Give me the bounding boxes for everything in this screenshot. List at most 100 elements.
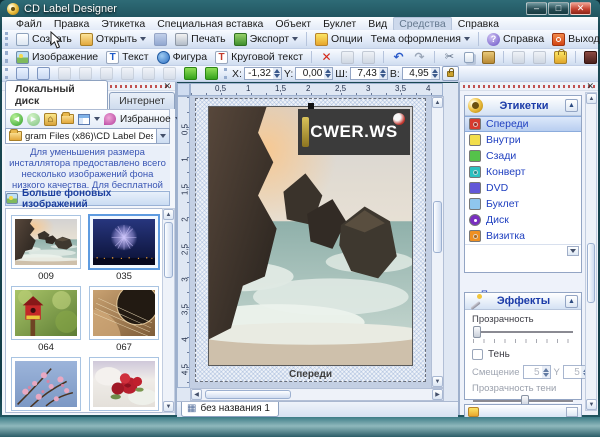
x-input[interactable]: -1,32 [244, 67, 282, 80]
menu-special-insert[interactable]: Специальная вставка [151, 18, 269, 30]
thumbnail-009[interactable]: 009 [11, 215, 81, 282]
label-item-envelope[interactable]: Конверт [465, 164, 581, 180]
scroll-right-icon[interactable]: ▶ [432, 389, 443, 400]
align-top-button[interactable] [97, 66, 116, 81]
y-input[interactable]: 0,00 [295, 67, 333, 80]
scrollbar-thumb[interactable] [164, 222, 173, 278]
height-spinner[interactable] [431, 68, 439, 79]
y-spinner[interactable] [324, 68, 332, 79]
background-image-object[interactable]: CWER.WS [208, 106, 413, 366]
menu-edit[interactable]: Правка [48, 18, 95, 30]
insert-text-button[interactable]: TТекст [103, 50, 151, 65]
up-folder-button[interactable] [61, 114, 74, 124]
scroll-up-icon[interactable]: ▲ [586, 93, 597, 104]
label-item-front[interactable]: Спереди [465, 116, 581, 132]
scrollbar-thumb[interactable] [587, 243, 595, 303]
scan-button[interactable] [581, 50, 600, 65]
thumbnail-blossom[interactable] [11, 357, 81, 413]
menu-object[interactable]: Объект [269, 18, 317, 30]
document-tab[interactable]: ▦ без названия 1 [181, 402, 279, 417]
menu-label[interactable]: Этикетка [95, 18, 151, 30]
menu-booklet[interactable]: Буклет [317, 18, 362, 30]
scrollbar-thumb[interactable] [205, 390, 291, 399]
select-mode-button[interactable] [509, 50, 528, 65]
width-spinner[interactable] [379, 68, 387, 79]
thumbnail-067[interactable]: 067 [89, 286, 159, 353]
favorites-button[interactable]: Избранное [120, 114, 171, 125]
more-backgrounds-button[interactable]: Больше фоновых изображений [5, 191, 170, 206]
align-bottom-button[interactable] [118, 66, 137, 81]
scroll-down-icon[interactable]: ▼ [432, 376, 443, 387]
group-button[interactable] [530, 50, 549, 65]
same-height-button[interactable] [160, 66, 179, 81]
label-item-booklet[interactable]: Буклет [465, 196, 581, 212]
bring-front-button[interactable] [181, 66, 200, 81]
cut-button[interactable]: ✂ [440, 50, 459, 65]
object-properties-button[interactable] [359, 50, 378, 65]
canvas-viewport[interactable]: CWER.WS Спереди [190, 96, 431, 388]
center-horizontal-button[interactable] [13, 66, 32, 81]
maximize-button[interactable]: □ [548, 2, 569, 15]
exit-button[interactable]: Выход [549, 32, 600, 47]
forward-button[interactable]: ▶ [27, 113, 40, 126]
toolbar-grip[interactable] [5, 51, 8, 63]
view-dropdown-arrow[interactable] [94, 117, 100, 121]
list-dropdown-button[interactable] [567, 246, 579, 256]
panel-close-icon[interactable]: ✕ [161, 81, 173, 91]
toolbar-grip[interactable] [5, 68, 8, 80]
minimize-button[interactable]: – [526, 2, 547, 15]
lock-button[interactable] [551, 50, 570, 65]
scroll-left-icon[interactable]: ◀ [191, 389, 202, 400]
toolbar-grip[interactable] [5, 32, 8, 46]
slider-thumb[interactable] [473, 326, 481, 338]
thumbnail-064[interactable]: 064 [11, 286, 81, 353]
same-width-button[interactable] [139, 66, 158, 81]
view-mode-button[interactable] [78, 114, 90, 125]
insert-circular-text-button[interactable]: TКруговой текст [212, 50, 306, 65]
align-left-button[interactable] [55, 66, 74, 81]
center-vertical-button[interactable] [34, 66, 53, 81]
scroll-up-icon[interactable]: ▲ [432, 97, 443, 108]
tab-local-disk[interactable]: Локальный диск [5, 80, 108, 110]
shadow-checkbox[interactable] [472, 349, 483, 360]
panel-drag-handle[interactable]: ✕ [460, 82, 598, 91]
scroll-down-icon[interactable]: ▼ [163, 401, 174, 412]
scrollbar-thumb[interactable] [433, 201, 442, 253]
collapse-icon[interactable]: ▲ [565, 295, 578, 308]
undo-button[interactable]: ↶ [389, 50, 408, 65]
help-button[interactable]: ?Справка [484, 32, 547, 47]
partial-panel-button[interactable] [566, 407, 578, 417]
options-button[interactable]: Опции [312, 32, 366, 47]
horizontal-scrollbar[interactable]: ◀ ▶ [190, 388, 444, 401]
new-button[interactable]: Создать [13, 32, 75, 47]
x-spinner[interactable] [273, 68, 281, 79]
thumbnail-scrollbar[interactable]: ▲ ▼ [162, 208, 175, 413]
label-item-disc[interactable]: Диск [465, 212, 581, 228]
tab-internet[interactable]: Интернет [109, 92, 175, 109]
save-button[interactable] [151, 32, 170, 47]
open-button[interactable]: Открыть [77, 32, 149, 47]
thumbnail-035[interactable]: 035 [89, 215, 159, 282]
path-combobox[interactable]: gram Files (x86)\CD Label Designer\Backg… [5, 128, 170, 144]
label-item-card[interactable]: Визитка [465, 228, 581, 244]
close-button[interactable]: ✕ [570, 2, 591, 15]
print-button[interactable]: Печать [172, 32, 228, 47]
insert-image-button[interactable]: Изображение [13, 50, 101, 65]
collapse-icon[interactable]: ▲ [565, 99, 578, 112]
offset-x-input[interactable]: 5 [523, 365, 551, 379]
insert-shape-button[interactable]: Фигура [154, 50, 211, 65]
toolbar-grip[interactable] [224, 68, 227, 80]
align-right-button[interactable] [76, 66, 95, 81]
menu-view[interactable]: Вид [362, 18, 393, 30]
label-item-back[interactable]: Сзади [465, 148, 581, 164]
panel-close-icon[interactable]: ✕ [584, 81, 596, 91]
export-button[interactable]: Экспорт [231, 32, 301, 47]
send-back-button[interactable] [202, 66, 221, 81]
menu-file[interactable]: Файл [10, 18, 48, 30]
vertical-scrollbar[interactable]: ▲ ▼ [431, 96, 444, 388]
scroll-down-icon[interactable]: ▼ [586, 399, 597, 410]
lock-aspect-button[interactable] [442, 66, 459, 81]
back-button[interactable]: ◀ [10, 113, 23, 126]
label-item-dvd[interactable]: DVD [465, 180, 581, 196]
sidebar-scrollbar[interactable]: ▲ ▼ [585, 92, 597, 411]
